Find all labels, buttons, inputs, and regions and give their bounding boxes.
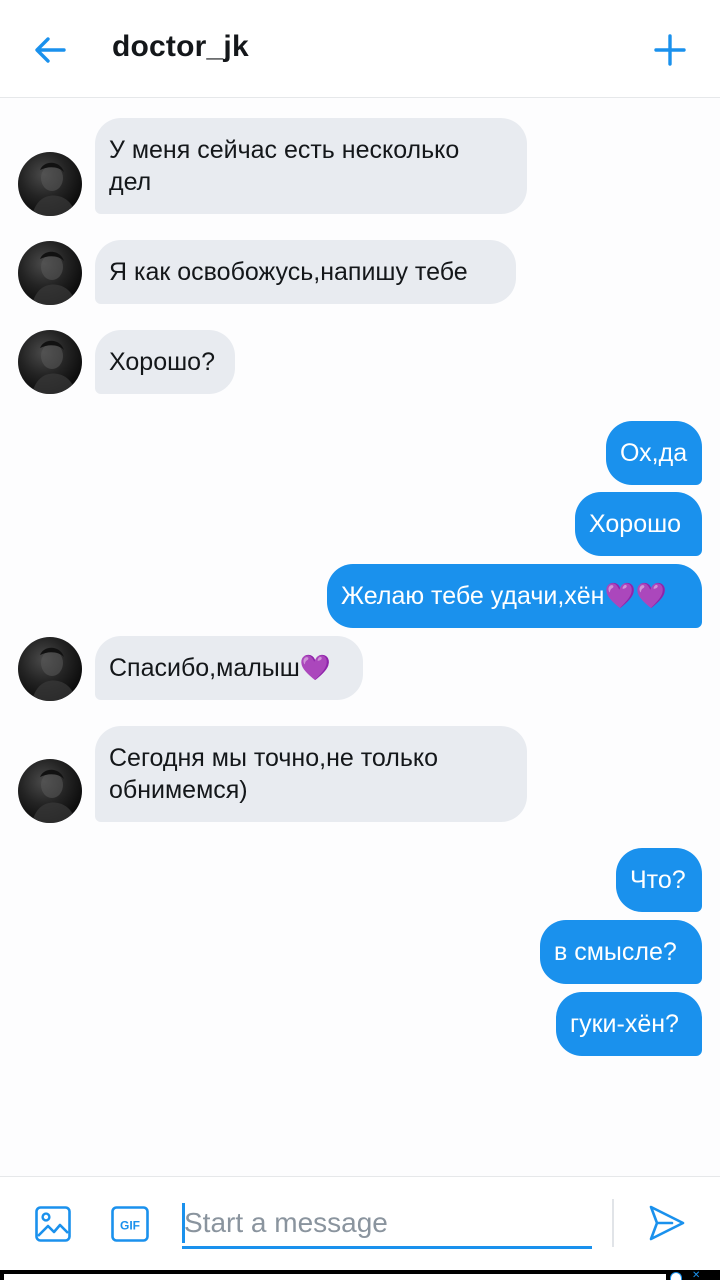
send-icon bbox=[649, 1205, 685, 1241]
message-bubble-incoming[interactable]: Сегодня мы точно,не только обнимемся) bbox=[95, 726, 527, 822]
avatar-photo-icon bbox=[32, 647, 76, 701]
gif-label: GIF bbox=[120, 1219, 140, 1233]
message-text: Хорошо bbox=[589, 510, 682, 538]
avatar[interactable] bbox=[18, 152, 82, 216]
message-text: Я как освобожусь,напишу тебе bbox=[109, 258, 468, 286]
message-bubble-outgoing[interactable]: Хорошо bbox=[575, 492, 702, 556]
avatar-photo-icon bbox=[32, 769, 76, 823]
message-input[interactable] bbox=[182, 1199, 592, 1246]
message-text: в смысле? bbox=[554, 938, 677, 966]
message-text: Хорошо? bbox=[109, 348, 215, 376]
ad-banner-content bbox=[4, 1274, 666, 1280]
avatar-photo-icon bbox=[32, 340, 76, 394]
message-bubble-incoming[interactable]: У меня сейчас есть несколько дел bbox=[95, 118, 527, 214]
new-message-button[interactable] bbox=[648, 28, 692, 72]
message-text: У меня сейчас есть несколько bbox=[109, 136, 460, 164]
conversation-title[interactable]: doctor_jk bbox=[112, 30, 249, 64]
gif-icon: GIF bbox=[111, 1206, 149, 1242]
avatar-photo-icon bbox=[32, 251, 76, 305]
message-text: Спасибо,малыш bbox=[109, 654, 300, 682]
message-composer: GIF bbox=[0, 1176, 720, 1270]
message-text: Сегодня мы точно,не только bbox=[109, 744, 438, 772]
purple-heart-emoji: 💜💜 bbox=[604, 582, 667, 610]
message-bubble-incoming[interactable]: Хорошо? bbox=[95, 330, 235, 394]
message-text: гуки-хён? bbox=[570, 1010, 679, 1038]
send-button[interactable] bbox=[648, 1203, 686, 1243]
message-text: Желаю тебе удачи,хён bbox=[341, 582, 605, 610]
ad-close-icon[interactable]: ✕ bbox=[692, 1271, 700, 1280]
ad-info-icon[interactable] bbox=[670, 1272, 682, 1280]
message-bubble-outgoing[interactable]: гуки-хён? bbox=[556, 992, 702, 1056]
message-bubble-outgoing[interactable]: в смысле? bbox=[540, 920, 702, 984]
message-bubble-incoming[interactable]: Я как освобожусь,напишу тебе bbox=[95, 240, 516, 304]
message-bubble-outgoing[interactable]: Что? bbox=[616, 848, 702, 912]
message-bubble-outgoing[interactable]: Ох,да bbox=[606, 421, 702, 485]
ad-banner[interactable]: ✕ bbox=[0, 1270, 720, 1280]
avatar-photo-icon bbox=[32, 162, 76, 216]
conversation-header: doctor_jk bbox=[0, 0, 720, 98]
avatar[interactable] bbox=[18, 330, 82, 394]
message-text: Ох,да bbox=[620, 439, 688, 467]
plus-icon bbox=[654, 34, 686, 66]
message-text: Что? bbox=[630, 866, 686, 894]
avatar[interactable] bbox=[18, 759, 82, 823]
dm-conversation-screen: doctor_jk У меня сейчас есть несколько д… bbox=[0, 0, 720, 1280]
purple-heart-emoji: 💜 bbox=[299, 654, 331, 682]
arrow-left-icon bbox=[35, 37, 66, 63]
composer-divider bbox=[612, 1199, 614, 1247]
message-bubble-incoming[interactable]: Спасибо,малыш💜 bbox=[95, 636, 363, 700]
avatar[interactable] bbox=[18, 241, 82, 305]
message-text: дел bbox=[109, 168, 152, 196]
image-icon bbox=[35, 1206, 71, 1242]
message-text: обнимемся) bbox=[109, 776, 248, 804]
avatar[interactable] bbox=[18, 637, 82, 701]
add-image-button[interactable] bbox=[34, 1205, 72, 1243]
message-bubble-outgoing[interactable]: Желаю тебе удачи,хён💜💜 bbox=[327, 564, 702, 628]
add-gif-button[interactable]: GIF bbox=[110, 1205, 150, 1243]
message-input-container[interactable] bbox=[182, 1199, 592, 1249]
back-button[interactable] bbox=[28, 28, 72, 72]
